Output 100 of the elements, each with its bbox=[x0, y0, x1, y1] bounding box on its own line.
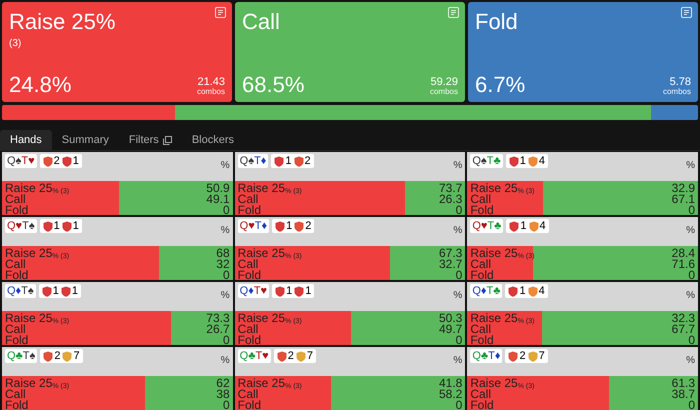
action-label: Fold bbox=[5, 268, 28, 280]
unit-label: % bbox=[220, 354, 230, 368]
action-label: Raise 25$_{% (3)}$ bbox=[5, 376, 70, 388]
card-label: T♥ bbox=[21, 156, 35, 166]
action-value: 73.7 bbox=[438, 182, 462, 194]
action-label: Fold bbox=[238, 204, 261, 215]
blocker-count: 2 bbox=[519, 350, 526, 362]
action-value: 0 bbox=[456, 204, 462, 215]
hand-cell[interactable]: Q♦T♣ 1 4 % Raise 25$_{% (3)}$ 32.3 Call 67.7 Fold 0 bbox=[467, 282, 698, 345]
action-label: Call bbox=[5, 192, 26, 204]
unit-label: % bbox=[220, 289, 230, 303]
action-subtitle: (3) bbox=[9, 36, 22, 50]
blocker-count: 4 bbox=[538, 156, 545, 166]
blocker-count: 4 bbox=[538, 286, 545, 296]
blocker-count: 1 bbox=[286, 286, 292, 296]
action-value: 32.3 bbox=[672, 312, 695, 324]
blocker-count: 1 bbox=[72, 286, 78, 296]
tab[interactable]: Hands bbox=[0, 130, 52, 150]
card-label: T♣ bbox=[486, 156, 501, 166]
hand-cell[interactable]: Q♣T♥ 2 7 % Raise 25$_{% (3)}$ 41.8 Call 58.2 Fold 0 bbox=[234, 347, 466, 410]
blocker-count: 1 bbox=[520, 220, 526, 232]
hand-cell[interactable]: Q♠T♦ 1 2 % Raise 25$_{% (3)}$ 73.7 Call 26.3 Fold 0 bbox=[234, 152, 466, 215]
hand-cell[interactable]: Q♥T♠ 1 1 % Raise 25$_{% (3)}$ 68 Call 32 Fold 0 bbox=[2, 217, 233, 280]
card-label: T♠ bbox=[22, 220, 35, 232]
unit-label: % bbox=[220, 159, 230, 173]
action-value: 0 bbox=[456, 268, 462, 280]
action-value: 32 bbox=[216, 258, 230, 270]
blocker-count: 1 bbox=[519, 286, 526, 296]
hand-cell[interactable]: Q♦T♠ 1 1 % Raise 25$_{% (3)}$ 73.3 Call 26.7 Fold 0 bbox=[2, 282, 233, 345]
combos-value: 21.43 bbox=[197, 77, 225, 88]
card-label: T♦ bbox=[254, 156, 266, 166]
action-label: Raise 25$_{% (3)}$ bbox=[470, 182, 534, 194]
action-label: Fold bbox=[238, 398, 261, 410]
tab[interactable]: Summary bbox=[52, 130, 119, 150]
hand-cell[interactable]: Q♦T♥ 1 1 % Raise 25$_{% (3)}$ 50.3 Call 49.7 Fold 0 bbox=[234, 282, 466, 345]
action-label: Call bbox=[238, 258, 258, 270]
action-label: Fold bbox=[470, 398, 494, 410]
action-value: 61.3 bbox=[672, 376, 695, 388]
action-label: Call bbox=[238, 322, 258, 334]
blocker-count: 1 bbox=[286, 220, 292, 232]
action-value: 0 bbox=[688, 398, 695, 410]
blocker-count: 4 bbox=[540, 220, 546, 232]
action-label: Call bbox=[5, 322, 26, 334]
action-value: 67.3 bbox=[438, 246, 462, 258]
action-label: Raise 25$_{% (3)}$ bbox=[470, 376, 534, 388]
action-value: 32.9 bbox=[672, 182, 695, 194]
note-icon[interactable] bbox=[448, 7, 459, 18]
blocker-count: 7 bbox=[538, 350, 545, 362]
note-icon[interactable] bbox=[215, 7, 226, 18]
action-card[interactable]: Fold 6.7% 5.78 combos bbox=[468, 2, 698, 102]
card-label: T♦ bbox=[488, 350, 500, 362]
note-icon[interactable] bbox=[681, 7, 692, 18]
action-label: Call bbox=[470, 388, 491, 400]
action-value: 0 bbox=[688, 334, 695, 345]
blocker-count: 1 bbox=[285, 156, 292, 166]
blocker-count: 1 bbox=[54, 220, 60, 232]
tab[interactable]: Filters bbox=[118, 130, 182, 150]
action-label: Raise 25$_{% (3)}$ bbox=[470, 312, 534, 324]
action-value: 50.9 bbox=[206, 182, 230, 194]
action-title: Raise 25% bbox=[9, 8, 116, 36]
hand-cell[interactable]: Q♣T♠ 2 7 % Raise 25$_{% (3)}$ 62 Call 38 Fold 0 bbox=[2, 347, 233, 410]
card-label: T♣ bbox=[486, 286, 500, 296]
blocker-count: 1 bbox=[72, 156, 79, 166]
action-label: Call bbox=[470, 192, 491, 204]
blocker-count: 2 bbox=[54, 350, 60, 362]
action-value: 50.3 bbox=[438, 312, 462, 324]
blocker-count: 1 bbox=[52, 286, 59, 296]
hand-cell[interactable]: Q♠T♥ 2 1 % Raise 25$_{% (3)}$ 50.9 Call 49.1 Fold 0 bbox=[2, 152, 233, 215]
combos-label: combos bbox=[662, 88, 691, 96]
hand-cell[interactable]: Q♣T♦ 2 7 % Raise 25$_{% (3)}$ 61.3 Call 38.7 Fold 0 bbox=[467, 347, 698, 410]
action-label: Raise 25$_{% (3)}$ bbox=[5, 312, 70, 324]
card-label: Q♣ bbox=[240, 350, 256, 362]
action-percent: 68.5% bbox=[242, 74, 304, 96]
blocker-count: 1 bbox=[520, 156, 526, 166]
action-label: Fold bbox=[238, 334, 261, 345]
action-value: 71.6 bbox=[672, 258, 695, 270]
hand-cell[interactable]: Q♠T♣ 1 4 % Raise 25$_{% (3)}$ 32.9 Call 67.1 Fold 0 bbox=[467, 152, 698, 215]
action-value: 0 bbox=[688, 268, 695, 280]
action-label: Fold bbox=[470, 334, 494, 345]
unit-label: % bbox=[453, 224, 462, 238]
card-label: Q♣ bbox=[7, 350, 23, 362]
unit-label: % bbox=[453, 159, 462, 173]
action-label: Call bbox=[238, 388, 258, 400]
action-value: 62 bbox=[216, 376, 230, 388]
action-card[interactable]: Raise 25% (3) 24.8% 21.43 combos bbox=[2, 2, 232, 102]
blocker-count: 7 bbox=[306, 350, 313, 362]
combos-label: combos bbox=[196, 88, 225, 96]
action-label: Fold bbox=[5, 334, 28, 345]
action-value: 32.7 bbox=[438, 258, 462, 270]
tab[interactable]: Blockers bbox=[182, 130, 244, 150]
action-label: Call bbox=[5, 258, 26, 270]
blocker-count: 2 bbox=[304, 156, 311, 166]
action-label: Call bbox=[470, 258, 491, 270]
action-label: Fold bbox=[238, 268, 261, 280]
card-label: T♦ bbox=[254, 220, 268, 232]
hand-cell[interactable]: Q♥T♦ 1 2 % Raise 25$_{% (3)}$ 67.3 Call 32.7 Fold 0 bbox=[234, 217, 466, 280]
blocker-count: 2 bbox=[54, 156, 60, 166]
action-value: 67.7 bbox=[672, 322, 695, 334]
action-value: 26.7 bbox=[206, 322, 230, 334]
action-value: 26.3 bbox=[438, 192, 462, 204]
